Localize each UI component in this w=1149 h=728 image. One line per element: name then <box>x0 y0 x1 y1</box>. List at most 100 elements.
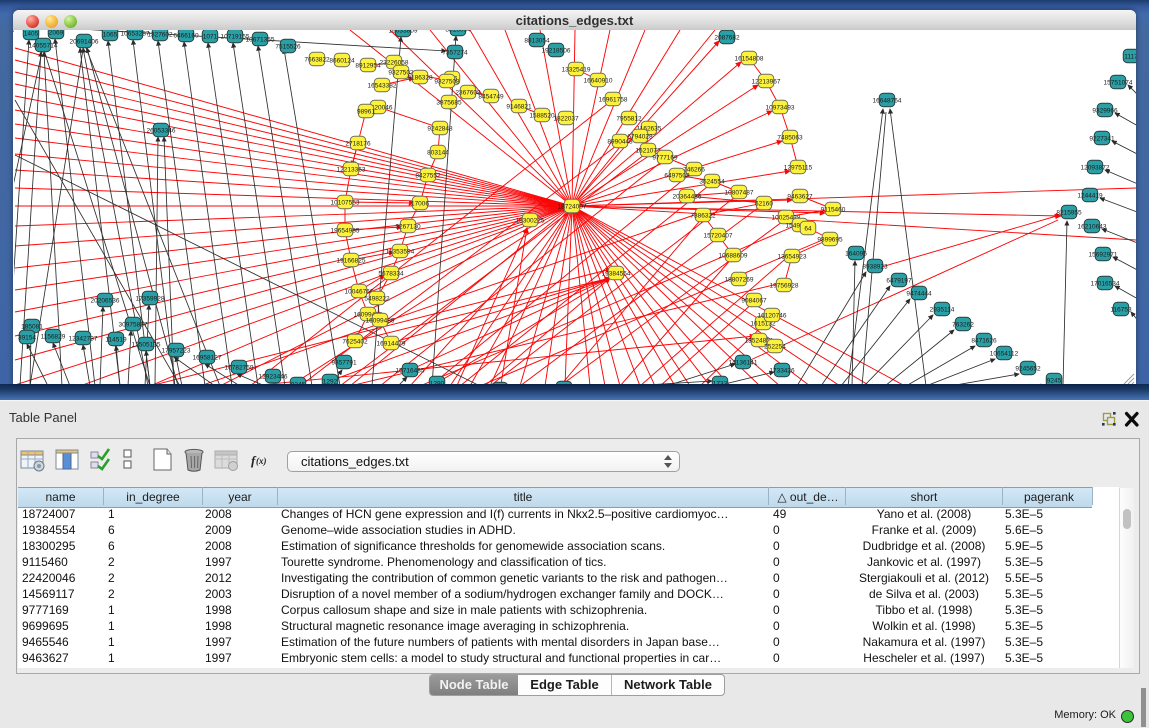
svg-text:10653287: 10653287 <box>121 30 150 37</box>
svg-text:1071: 1071 <box>203 33 218 40</box>
svg-text:2087682: 2087682 <box>714 34 740 41</box>
svg-text:6466160: 6466160 <box>173 32 199 39</box>
svg-text:7357274: 7357274 <box>442 49 468 56</box>
svg-text:19654985: 19654985 <box>331 227 360 234</box>
svg-text:16961758: 16961758 <box>599 96 628 103</box>
svg-text:19384554: 19384554 <box>602 270 631 277</box>
svg-text:7485063: 7485063 <box>777 134 803 141</box>
svg-text:8660124: 8660124 <box>329 57 355 64</box>
svg-text:16640910: 16640910 <box>584 77 613 84</box>
svg-text:1117: 1117 <box>1124 53 1136 60</box>
svg-text:18300275: 18300275 <box>516 217 545 224</box>
svg-text:763262: 763262 <box>952 321 974 328</box>
svg-text:2935114: 2935114 <box>930 306 955 313</box>
svg-text:10973493: 10973493 <box>766 104 795 111</box>
svg-text:16543382: 16543382 <box>368 82 397 89</box>
svg-text:16099489: 16099489 <box>366 317 395 324</box>
svg-text:12213363: 12213363 <box>337 166 366 173</box>
svg-text:62160: 62160 <box>755 200 773 207</box>
svg-text:18724007: 18724007 <box>558 203 587 210</box>
svg-text:2069: 2069 <box>49 30 64 36</box>
svg-text:2367608: 2367608 <box>455 89 481 96</box>
svg-text:9777169: 9777169 <box>652 154 678 161</box>
svg-text:(x): (x) <box>256 456 267 466</box>
svg-text:8427552: 8427552 <box>415 172 441 179</box>
svg-text:9899695: 9899695 <box>817 236 843 243</box>
svg-text:17957223: 17957223 <box>162 347 191 354</box>
svg-text:116753: 116753 <box>1110 306 1132 313</box>
svg-text:14055714: 14055714 <box>29 42 58 49</box>
svg-text:8471626: 8471626 <box>971 337 997 344</box>
svg-text:9245: 9245 <box>1047 377 1062 384</box>
svg-text:8912954: 8912954 <box>355 62 381 69</box>
svg-text:252254: 252254 <box>764 343 786 350</box>
svg-text:17006: 17006 <box>411 200 429 207</box>
svg-text:8454749: 8454749 <box>478 93 504 100</box>
svg-text:1733: 1733 <box>713 380 728 384</box>
svg-text:19166825: 19166825 <box>337 257 366 264</box>
svg-text:2718176: 2718176 <box>345 140 371 147</box>
svg-text:16154808: 16154808 <box>735 55 764 62</box>
svg-text:7515526: 7515526 <box>275 43 301 50</box>
svg-text:10107553: 10107553 <box>331 199 360 206</box>
svg-text:8813054: 8813054 <box>524 37 550 44</box>
svg-text:12213967: 12213967 <box>752 78 781 85</box>
svg-text:98961: 98961 <box>357 108 375 115</box>
svg-text:16648764: 16648764 <box>873 97 902 104</box>
svg-text:11353594: 11353594 <box>386 248 415 255</box>
svg-text:10688609: 10688609 <box>719 252 748 259</box>
svg-text:8186328: 8186328 <box>407 74 433 81</box>
svg-text:15692971: 15692971 <box>1089 251 1118 258</box>
svg-text:7625402: 7625402 <box>342 338 368 345</box>
svg-text:1733426: 1733426 <box>769 367 795 374</box>
svg-text:16120746: 16120746 <box>758 312 787 319</box>
svg-text:16914479: 16914479 <box>377 340 406 347</box>
svg-text:164095: 164095 <box>845 250 867 257</box>
svg-text:10807487: 10807487 <box>725 189 754 196</box>
svg-text:15751074: 15751074 <box>1104 79 1133 86</box>
svg-text:5498222: 5498222 <box>364 295 390 302</box>
svg-text:18807269: 18807269 <box>725 276 754 283</box>
svg-text:16958127: 16958127 <box>193 354 222 361</box>
svg-text:17016534: 17016534 <box>1091 280 1120 287</box>
svg-text:15716485: 15716485 <box>396 367 425 374</box>
svg-text:15720407: 15720407 <box>704 232 733 239</box>
svg-text:19756928: 19756928 <box>770 282 799 289</box>
svg-text:30975867: 30975867 <box>119 321 148 328</box>
svg-text:1405: 1405 <box>24 30 39 37</box>
svg-text:17359928: 17359928 <box>136 295 165 302</box>
svg-text:9329966: 9329966 <box>1092 107 1118 114</box>
svg-text:13325419: 13325419 <box>562 66 591 73</box>
svg-text:9463627: 9463627 <box>787 193 813 200</box>
svg-text:14136141: 14136141 <box>729 359 758 366</box>
svg-text:185081: 185081 <box>21 323 43 330</box>
svg-text:8938923: 8938923 <box>862 263 888 270</box>
svg-text:7663822: 7663822 <box>304 56 330 63</box>
svg-text:6479197: 6479197 <box>886 277 912 284</box>
svg-text:20206536: 20206536 <box>91 297 120 304</box>
svg-text:12975115: 12975115 <box>784 164 813 171</box>
svg-text:20364436: 20364436 <box>673 193 702 200</box>
svg-text:3267130: 3267130 <box>395 223 421 230</box>
svg-text:1822037: 1822037 <box>553 115 579 122</box>
svg-text:9474444: 9474444 <box>906 290 932 297</box>
svg-text:9242848: 9242848 <box>427 125 453 132</box>
svg-text:5678334: 5678334 <box>378 270 404 277</box>
svg-text:114519: 114519 <box>105 336 127 343</box>
svg-text:7955812: 7955812 <box>616 115 642 122</box>
svg-text:64: 64 <box>804 225 812 232</box>
svg-text:12342737: 12342737 <box>69 335 98 342</box>
svg-text:9146821: 9146821 <box>506 103 532 110</box>
svg-text:13654923: 13654923 <box>778 253 807 260</box>
svg-text:1156829: 1156829 <box>41 333 66 340</box>
svg-text:1244419: 1244419 <box>1077 192 1103 199</box>
svg-text:12093872: 12093872 <box>1081 164 1110 171</box>
svg-text:1065: 1065 <box>103 31 118 38</box>
svg-text:8215955: 8215955 <box>1056 209 1082 216</box>
svg-text:16210643: 16210643 <box>1078 223 1107 230</box>
svg-text:12923446: 12923446 <box>259 373 288 380</box>
svg-text:20691406: 20691406 <box>70 38 99 45</box>
svg-text:16033809: 16033809 <box>389 30 418 34</box>
svg-text:1588520: 1588520 <box>529 112 555 119</box>
svg-text:3624554: 3624554 <box>699 178 725 185</box>
